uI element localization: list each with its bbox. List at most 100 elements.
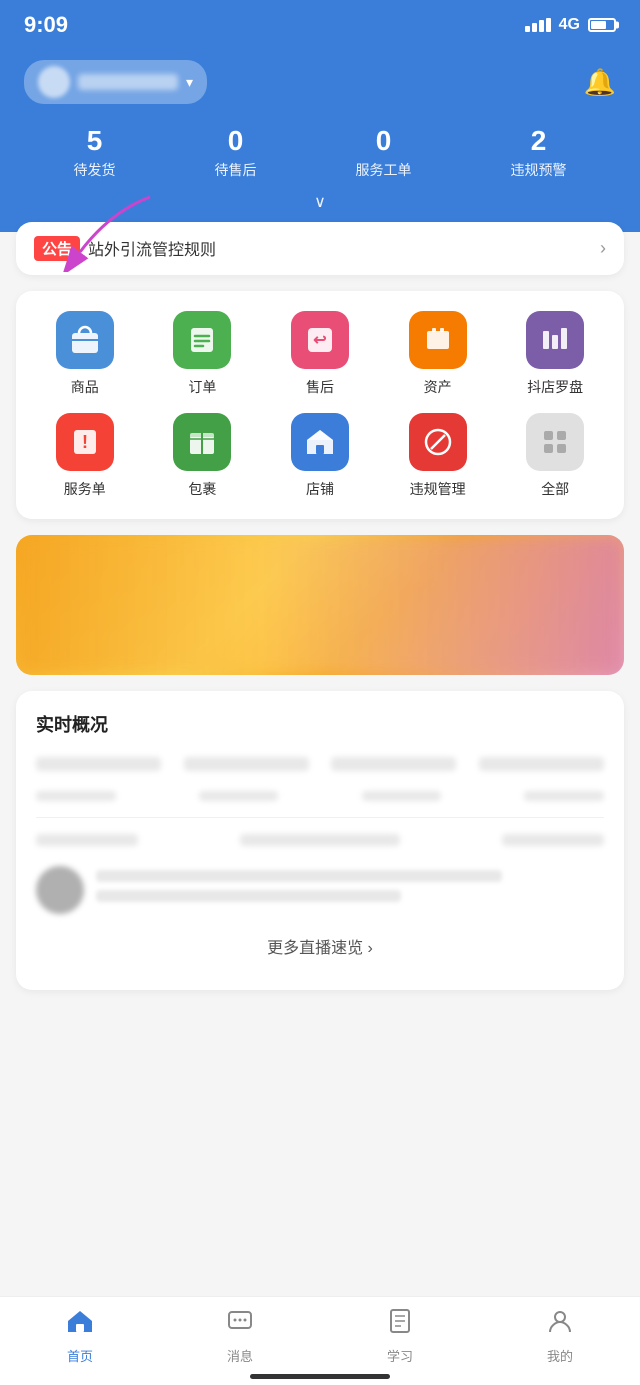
network-label: 4G <box>559 16 580 34</box>
order-label: 订单 <box>188 377 216 397</box>
expand-chevron-icon: ∨ <box>314 192 326 212</box>
announcement-text: 站外引流管控规则 <box>88 236 216 260</box>
nav-mine-label: 我的 <box>547 1346 573 1365</box>
bell-icon[interactable]: 🔔 <box>584 67 616 98</box>
announcement-bar[interactable]: 公告 站外引流管控规则 › <box>16 222 624 275</box>
icon-item-goods[interactable]: 商品 <box>26 311 144 397</box>
blur-val-1 <box>36 791 116 801</box>
home-indicator <box>250 1374 390 1379</box>
live-item <box>36 866 604 914</box>
message-icon <box>226 1307 254 1342</box>
icon-grid: 商品 订单 <box>26 311 614 499</box>
live-info <box>96 870 604 910</box>
icon-item-assets[interactable]: 资产 <box>379 311 497 397</box>
mine-icon <box>546 1307 574 1342</box>
announcement-left: 公告 站外引流管控规则 <box>34 236 216 261</box>
nav-home[interactable]: 首页 <box>40 1307 120 1365</box>
service-icon-box: ! <box>56 413 114 471</box>
realtime-stats-row-1 <box>36 757 604 771</box>
bottom-spacer <box>16 1006 624 1106</box>
stat-violation[interactable]: 2 违规预警 <box>511 124 567 180</box>
status-time: 9:09 <box>24 12 68 38</box>
bottom-nav: 首页 消息 学习 <box>0 1296 640 1385</box>
store-avatar <box>38 66 70 98</box>
stat-label-2: 服务工单 <box>356 160 412 180</box>
aftersale-label: 售后 <box>306 377 334 397</box>
nav-learn-label: 学习 <box>387 1346 413 1365</box>
chevron-down-icon: ▾ <box>186 74 193 91</box>
service-label: 服务单 <box>64 479 106 499</box>
blur-stat-3 <box>331 757 456 771</box>
store-name <box>78 74 178 90</box>
aftersale-icon-box: ↩ <box>291 311 349 369</box>
store-selector[interactable]: ▾ <box>24 60 207 104</box>
nav-message[interactable]: 消息 <box>200 1307 280 1365</box>
goods-icon-box <box>56 311 114 369</box>
all-icon-box <box>526 413 584 471</box>
shop-label: 店铺 <box>306 479 334 499</box>
shop-icon-box <box>291 413 349 471</box>
nav-home-label: 首页 <box>67 1346 93 1365</box>
icon-item-shop[interactable]: 店铺 <box>261 413 379 499</box>
blur-val-2 <box>199 791 279 801</box>
banner-blur <box>16 535 624 675</box>
more-live-link[interactable]: 更多直播速览 › <box>36 922 604 970</box>
home-icon <box>66 1307 94 1342</box>
compass-label: 抖店罗盘 <box>527 377 583 397</box>
realtime-section: 实时概况 更多直播速览 › <box>16 691 624 990</box>
stat-number-0: 5 <box>87 124 103 158</box>
stats-row: 5 待发货 0 待售后 0 服务工单 2 违规预警 <box>24 124 616 180</box>
realtime-row-3 <box>36 834 604 846</box>
assets-icon-box <box>409 311 467 369</box>
icon-grid-section: 商品 订单 <box>16 291 624 519</box>
stat-number-3: 2 <box>531 124 547 158</box>
blur-val-4 <box>524 791 604 801</box>
header-top: ▾ 🔔 <box>24 60 616 104</box>
order-icon-box <box>173 311 231 369</box>
icon-item-service[interactable]: ! 服务单 <box>26 413 144 499</box>
blur-line-1 <box>96 870 502 882</box>
expand-button[interactable]: ∨ <box>24 192 616 212</box>
icon-item-package[interactable]: 包裹 <box>144 413 262 499</box>
icon-item-aftersale[interactable]: ↩ 售后 <box>261 311 379 397</box>
icon-item-violation[interactable]: 违规管理 <box>379 413 497 499</box>
package-icon-box <box>173 413 231 471</box>
icon-item-order[interactable]: 订单 <box>144 311 262 397</box>
signal-icon <box>525 18 551 32</box>
assets-label: 资产 <box>424 377 452 397</box>
nav-learn[interactable]: 学习 <box>360 1307 440 1365</box>
stat-after-sale[interactable]: 0 待售后 <box>215 124 257 180</box>
blur-line-2 <box>96 890 401 902</box>
blur-m-3 <box>502 834 604 846</box>
blur-stat-4 <box>479 757 604 771</box>
more-live-text: 更多直播速览 › <box>267 940 373 957</box>
announcement-arrow-icon: › <box>600 238 606 259</box>
stat-number-2: 0 <box>376 124 392 158</box>
status-bar: 9:09 4G <box>0 0 640 50</box>
stat-service-order[interactable]: 0 服务工单 <box>356 124 412 180</box>
stat-number-1: 0 <box>228 124 244 158</box>
realtime-title: 实时概况 <box>36 711 604 737</box>
blur-val-3 <box>362 791 442 801</box>
blur-m-1 <box>36 834 138 846</box>
status-icons: 4G <box>525 16 616 34</box>
announcement-badge: 公告 <box>34 236 80 261</box>
violation-label: 违规管理 <box>410 479 466 499</box>
stat-label-0: 待发货 <box>74 160 116 180</box>
icon-item-all[interactable]: 全部 <box>496 413 614 499</box>
realtime-stats-row-2 <box>36 791 604 801</box>
blur-m-2 <box>240 834 399 846</box>
stat-pending-ship[interactable]: 5 待发货 <box>74 124 116 180</box>
banner[interactable] <box>16 535 624 675</box>
stat-label-3: 违规预警 <box>511 160 567 180</box>
divider <box>36 817 604 818</box>
live-avatar <box>36 866 84 914</box>
icon-item-compass[interactable]: 抖店罗盘 <box>496 311 614 397</box>
nav-mine[interactable]: 我的 <box>520 1307 600 1365</box>
header: ▾ 🔔 5 待发货 0 待售后 0 服务工单 2 违规预警 ∨ <box>0 50 640 232</box>
compass-icon-box <box>526 311 584 369</box>
battery-icon <box>588 18 616 32</box>
svg-text:↩: ↩ <box>313 332 326 349</box>
violation-icon-box <box>409 413 467 471</box>
stat-label-1: 待售后 <box>215 160 257 180</box>
